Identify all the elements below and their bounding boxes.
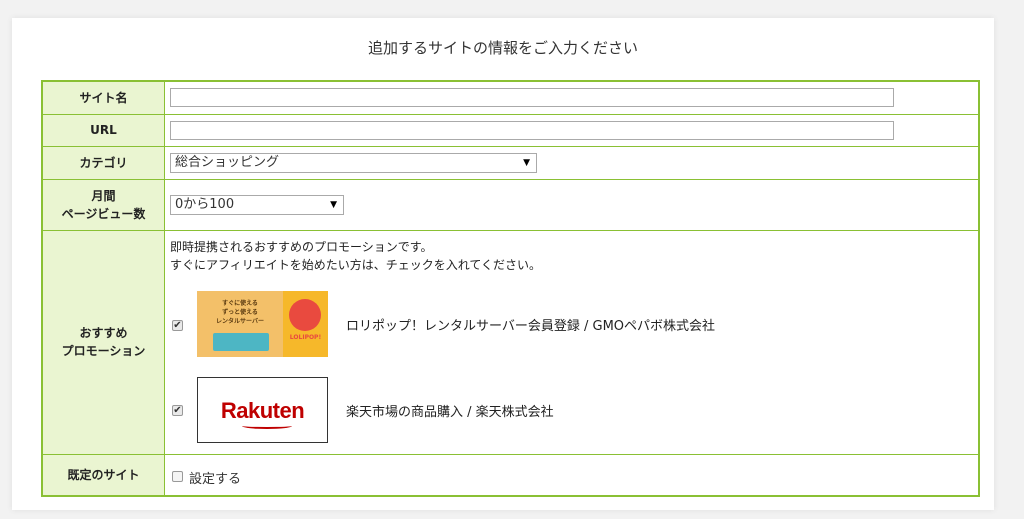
dropdown-arrow-icon: ▼ <box>523 157 530 168</box>
category-selected-value: 総合ショッピング <box>175 154 280 170</box>
rakuten-logo: Rakuten <box>220 397 305 423</box>
lolipop-banner[interactable]: すぐに使える ずっと使える レンタルサーバー LOLIPOP! <box>197 290 328 357</box>
default-site-checkbox[interactable] <box>172 470 183 482</box>
lolipop-logo: LOLIPOP! <box>283 290 328 357</box>
promotion-desc-line2: すぐにアフィリエイトを始めたい方は、チェックを入れてください。 <box>170 257 542 272</box>
dropdown-arrow-icon: ▼ <box>330 199 337 210</box>
default-site-label: 既定のサイト <box>41 453 165 497</box>
rakuten-promotion-label: 楽天市場の商品購入 / 楽天株式会社 <box>346 404 554 420</box>
site-name-row: サイト名 <box>41 80 980 115</box>
promotion-label: おすすめ プロモーション <box>41 229 165 455</box>
promotion-label-line1: おすすめ <box>79 326 128 340</box>
lolipop-promotion-label: ロリポップ！レンタルサーバー会員登録 / GMOペパボ株式会社 <box>346 318 716 334</box>
site-name-input[interactable] <box>170 88 894 108</box>
site-info-form: サイト名 URL カテゴリ 総合ショッピング ▼ 月間 ページビュー数 0から1… <box>41 80 980 497</box>
pageviews-label-line2: ページビュー数 <box>61 206 146 221</box>
promotion-content: 即時提携されるおすすめのプロモーションです。 すぐにアフィリエイトを始めたい方は… <box>170 231 978 454</box>
url-row: URL <box>41 113 980 147</box>
site-name-label: サイト名 <box>41 80 165 115</box>
default-site-control: 設定する <box>170 465 978 487</box>
pageviews-selected-value: 0から100 <box>175 196 235 212</box>
pageviews-row: 月間 ページビュー数 0から100 ▼ <box>41 178 980 231</box>
default-site-checkbox-label[interactable]: 設定する <box>189 468 241 487</box>
url-label: URL <box>41 113 165 147</box>
lolipop-logo-text: LOLIPOP! <box>289 333 322 341</box>
promotion-label-line2: プロモーション <box>61 344 146 358</box>
category-row: カテゴリ 総合ショッピング ▼ <box>41 145 980 180</box>
category-select[interactable]: 総合ショッピング ▼ <box>170 152 537 173</box>
url-input[interactable] <box>170 120 894 140</box>
rakuten-checkbox[interactable]: ✔ <box>172 404 183 416</box>
rakuten-swoosh-icon <box>242 423 292 429</box>
promotion-description: 即時提携されるおすすめのプロモーションです。 すぐにアフィリエイトを始めたい方は… <box>170 238 541 274</box>
lolipop-mascot-icon <box>289 298 321 331</box>
lolipop-checkbox[interactable]: ✔ <box>172 319 183 331</box>
pageviews-label: 月間 ページビュー数 <box>41 178 165 231</box>
lolipop-banner-copy: すぐに使える ずっと使える レンタルサーバー <box>205 299 275 326</box>
category-label: カテゴリ <box>41 145 165 180</box>
pageviews-label-line1: 月間 <box>91 188 116 203</box>
rakuten-banner[interactable]: Rakuten <box>197 376 328 443</box>
laptop-illustration <box>213 332 269 351</box>
promotion-row: おすすめ プロモーション 即時提携されるおすすめのプロモーションです。 すぐにア… <box>41 229 980 455</box>
form-heading: 追加するサイトの情報をご入力ください <box>367 39 638 57</box>
form-card: 追加するサイトの情報をご入力ください サイト名 URL カテゴリ 総合ショッピン… <box>12 18 994 510</box>
lolipop-banner-line2: ずっと使える <box>222 308 258 316</box>
promotion-desc-line1: 即時提携されるおすすめのプロモーションです。 <box>170 239 433 254</box>
lolipop-banner-line1: すぐに使える <box>222 299 258 307</box>
pageviews-select[interactable]: 0から100 ▼ <box>170 194 344 215</box>
default-site-row: 既定のサイト 設定する <box>41 453 980 497</box>
lolipop-banner-line3: レンタルサーバー <box>216 317 264 325</box>
